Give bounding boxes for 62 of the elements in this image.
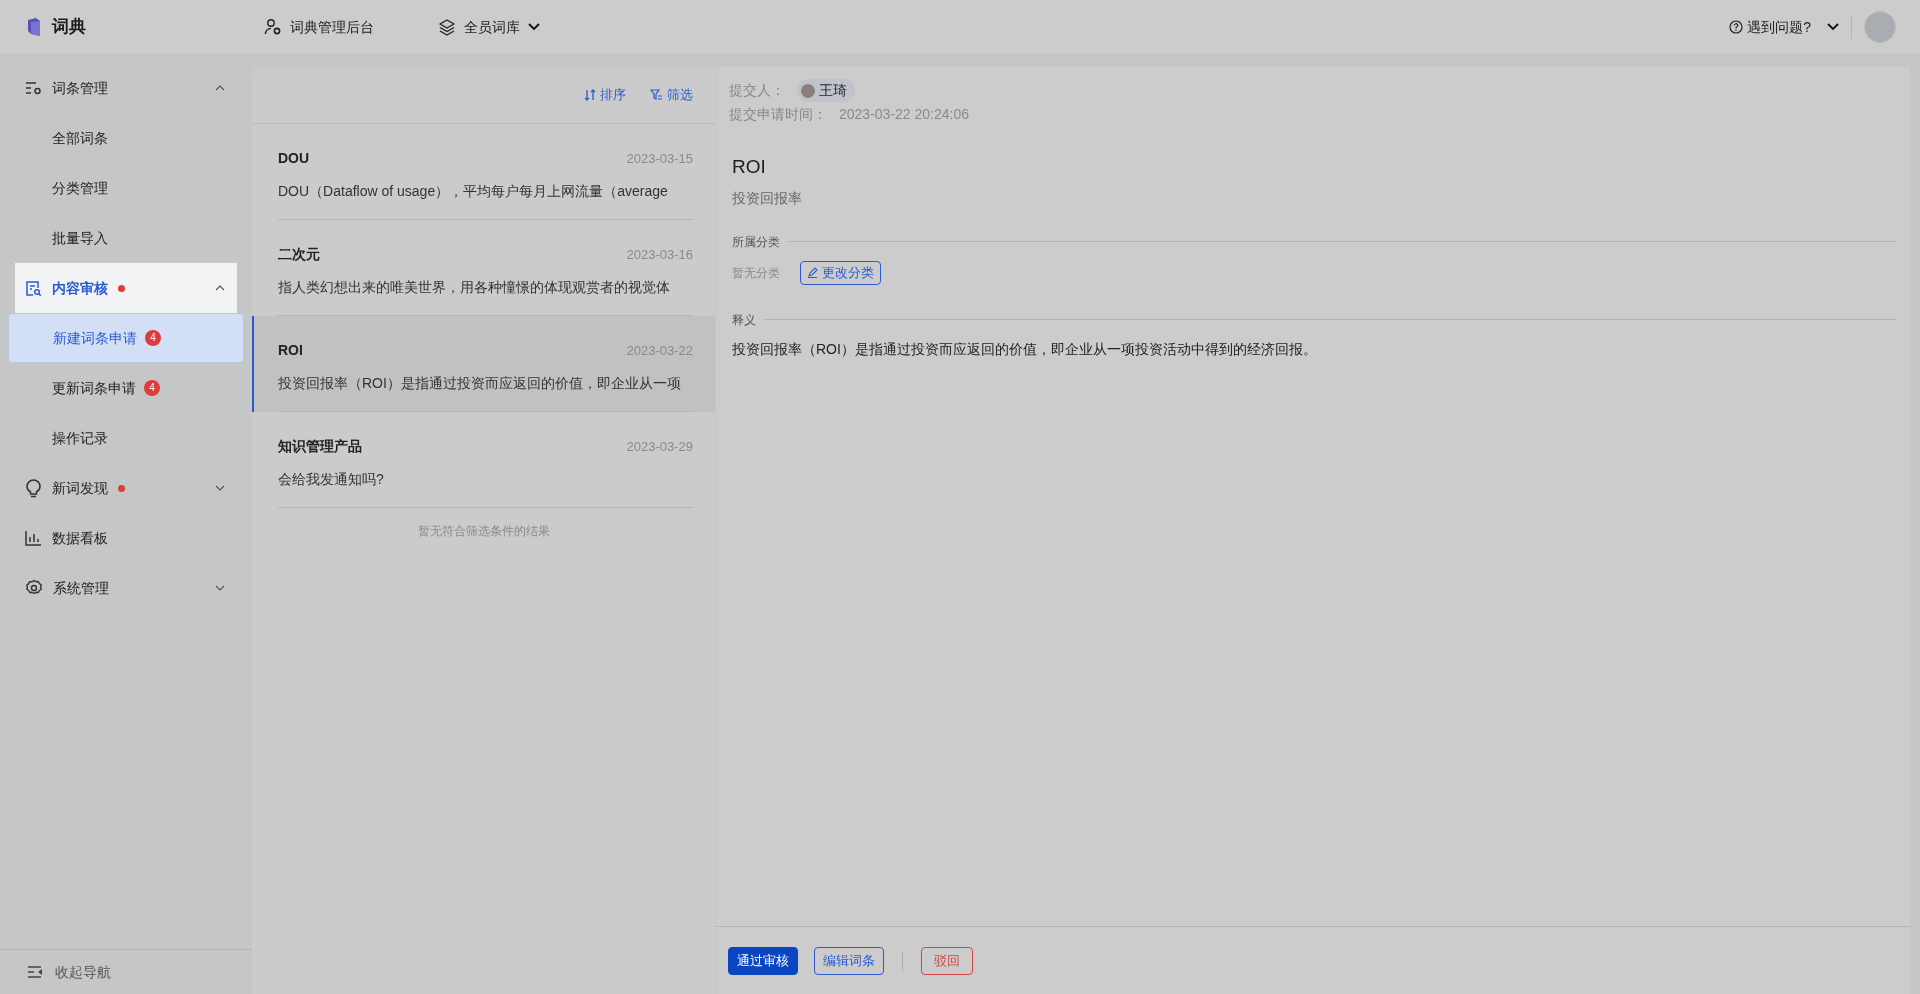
- category-value: 暂无分类: [732, 264, 780, 282]
- sidebar-subitem[interactable]: 更新词条申请 4: [15, 363, 237, 413]
- settings-icon: [25, 579, 43, 597]
- submit-time: 2023-03-22 20:24:06: [839, 105, 969, 124]
- sidebar-subitem[interactable]: 分类管理: [15, 163, 237, 213]
- library-dropdown[interactable]: 全员词库: [438, 16, 540, 38]
- sort-button[interactable]: 排序: [584, 85, 626, 105]
- entry-date: 2023-03-29: [626, 437, 693, 456]
- entry-title: ROI: [278, 341, 303, 360]
- entry-summary: 投资回报率（ROI）是指通过投资而应返回的价值，即企业从一项: [278, 374, 682, 393]
- sidebar-item[interactable]: 词条管理: [15, 63, 237, 113]
- term-translation: 投资回报率: [732, 188, 803, 208]
- user-settings-icon: [264, 18, 282, 36]
- entry-title: 知识管理产品: [278, 437, 362, 456]
- user-avatar[interactable]: [1864, 11, 1896, 43]
- help-icon: [1729, 20, 1744, 34]
- sidebar-subitem[interactable]: 操作记录: [15, 413, 237, 463]
- sidebar-subitem[interactable]: 全部词条: [15, 113, 237, 163]
- avatar: [801, 83, 815, 98]
- list-settings-icon: [25, 81, 42, 95]
- collapse-icon: [27, 966, 43, 978]
- pencil-icon: [807, 267, 818, 278]
- submitter-label: 提交人：: [729, 81, 785, 100]
- entry-list-item[interactable]: 知识管理产品 2023-03-29 会给我发通知吗?: [252, 412, 715, 508]
- definition-text: 投资回报率（ROI）是指通过投资而应返回的价值，即企业从一项投资活动中得到的经济回报。: [732, 339, 1318, 359]
- app-title: 词典: [52, 16, 86, 39]
- entry-summary: 指人类幻想出来的唯美世界，用各种憧憬的体现观赏者的视觉体: [278, 278, 671, 297]
- entry-title: 二次元: [278, 245, 320, 264]
- count-badge: 4: [144, 380, 160, 396]
- sidebar-item[interactable]: 内容审核: [15, 263, 237, 313]
- admin-link[interactable]: 词典管理后台: [264, 16, 374, 38]
- entry-title: DOU: [278, 149, 310, 168]
- lightbulb-icon: [25, 478, 42, 498]
- entry-summary: 会给我发通知吗?: [278, 470, 385, 489]
- approve-button[interactable]: 通过审核: [728, 946, 798, 975]
- section-heading: 释义: [732, 311, 756, 329]
- chevron-down-icon: [1827, 23, 1839, 31]
- count-badge: 4: [145, 330, 161, 346]
- entry-summary: DOU（Dataflow of usage），平均每户每月上网流量（average: [278, 182, 669, 201]
- submit-time-label: 提交申请时间：: [729, 105, 827, 124]
- entry-list-item[interactable]: DOU 2023-03-15 DOU（Dataflow of usage），平均每户每月上网流量（average: [252, 124, 715, 220]
- chevron-down-icon: [528, 23, 540, 31]
- sidebar-subitem[interactable]: 批量导入: [15, 213, 237, 263]
- help-menu[interactable]: 遇到问题?: [1729, 16, 1839, 38]
- entry-date: 2023-03-15: [626, 149, 693, 168]
- filter-icon: [650, 89, 663, 101]
- filter-button[interactable]: 筛选: [650, 85, 693, 105]
- bar-chart-icon: [25, 530, 42, 546]
- submitter-tag: 王琦: [797, 79, 855, 102]
- sidebar-item[interactable]: 新词发现: [15, 463, 237, 513]
- sidebar-subitem[interactable]: 新建词条申请 4: [8, 313, 244, 363]
- sidebar-item[interactable]: 系统管理: [15, 563, 237, 613]
- entry-date: 2023-03-16: [626, 245, 693, 264]
- document-search-icon: [25, 279, 42, 297]
- change-category-button[interactable]: 更改分类: [800, 260, 881, 285]
- sidebar-item[interactable]: 数据看板: [15, 513, 237, 563]
- section-heading: 所属分类: [732, 233, 780, 251]
- term-title: ROI: [732, 155, 767, 179]
- empty-results-text: 暂无符合筛选条件的结果: [416, 523, 551, 540]
- edit-entry-button[interactable]: 编辑词条: [814, 946, 884, 975]
- layers-icon: [438, 18, 456, 36]
- sort-icon: [584, 89, 596, 101]
